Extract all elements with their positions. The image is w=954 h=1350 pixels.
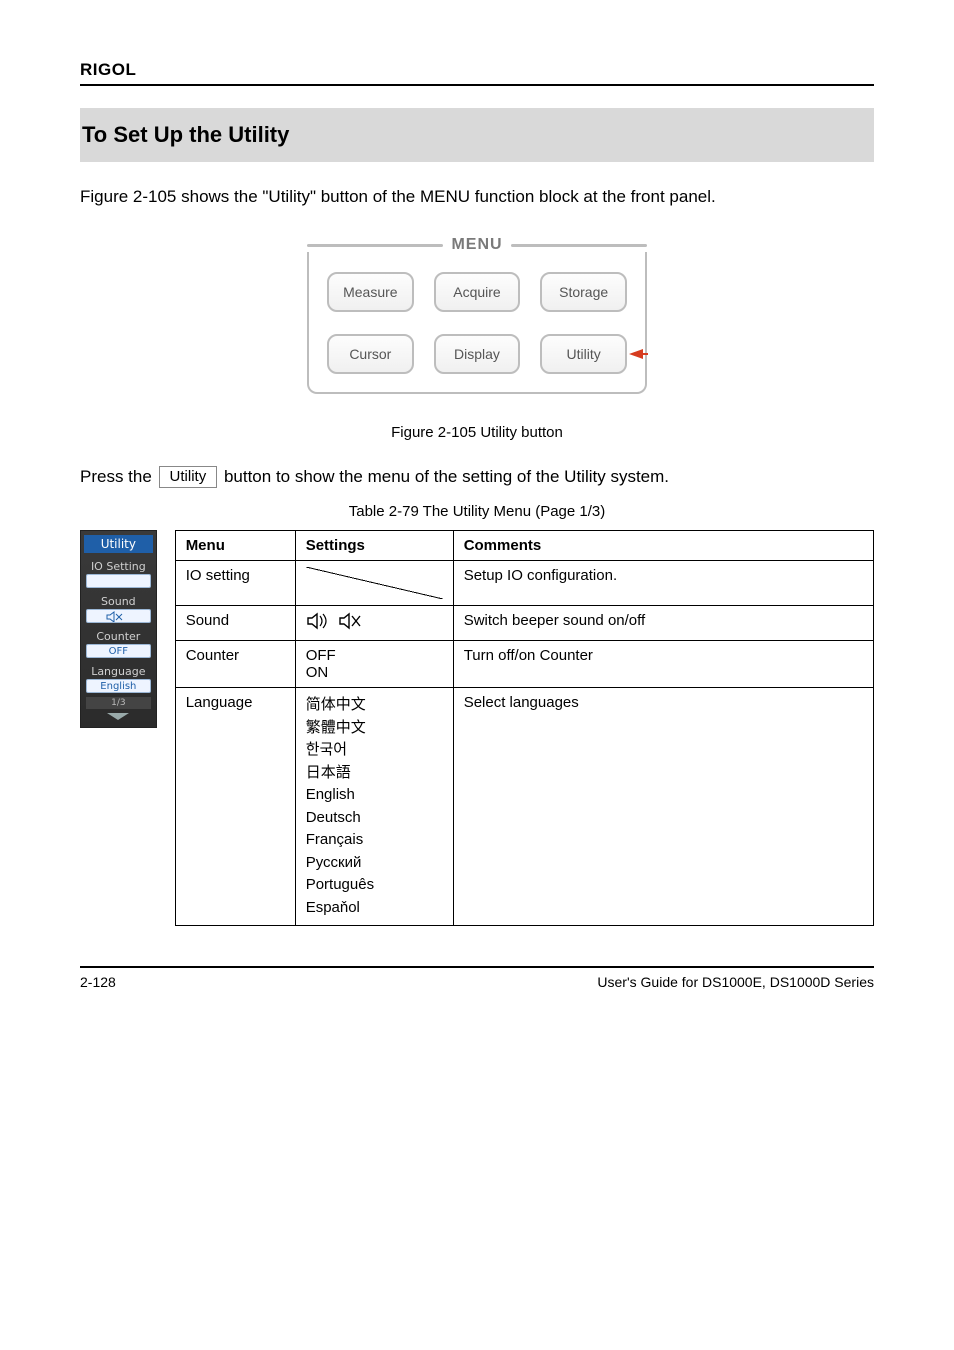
page-number: 2-128 [80, 974, 116, 990]
menu-btn-measure[interactable]: Measure [327, 272, 414, 312]
osd-head: Utility [84, 535, 153, 553]
counter-opt-on: ON [306, 664, 443, 681]
menu-btn-cursor[interactable]: Cursor [327, 334, 414, 374]
section-title: To Set Up the Utility [80, 108, 874, 162]
lang-opt: Espaňol [306, 897, 443, 920]
speaker-mute-icon [338, 612, 366, 630]
doc-title: User's Guide for DS1000E, DS1000D Series [597, 974, 874, 990]
table-row: Counter OFF ON Turn off/on Counter [175, 641, 873, 688]
cell-menu-language: Language [175, 688, 295, 926]
lang-opt: English [306, 784, 443, 807]
figure-caption: Figure 2-105 Utility button [80, 424, 874, 441]
osd-down-arrow-icon [84, 709, 153, 721]
osd-value-sound [86, 609, 151, 623]
cell-menu-counter: Counter [175, 641, 295, 688]
cell-comments-counter: Turn off/on Counter [453, 641, 873, 688]
menu-btn-display[interactable]: Display [434, 334, 521, 374]
cell-menu-sound: Sound [175, 606, 295, 641]
lang-opt: Français [306, 829, 443, 852]
cell-settings-language: 简体中文 繁體中文 한국어 日本語 English Deutsch França… [295, 688, 453, 926]
th-menu: Menu [175, 531, 295, 561]
speaker-mute-icon [106, 611, 130, 623]
table-row: IO setting Setup IO configuration. [175, 561, 873, 606]
header-rule [80, 84, 874, 86]
menu-figure: MENU Measure Acquire Storage Cursor Disp… [307, 236, 647, 394]
press-suffix: button to show the menu of the setting o… [224, 467, 669, 486]
osd-value-io [86, 574, 151, 588]
speaker-on-icon [306, 612, 334, 630]
menu-btn-storage[interactable]: Storage [540, 272, 627, 312]
press-utility-line: Press the Utility button to show the men… [80, 467, 874, 489]
intro-paragraph: Figure 2-105 shows the "Utility" button … [80, 184, 874, 210]
th-settings: Settings [295, 531, 453, 561]
brand: RIGOL [80, 60, 874, 80]
cell-comments-io: Setup IO configuration. [453, 561, 873, 606]
arrow-indicator-icon [629, 349, 643, 359]
menu-btn-utility-label: Utility [567, 346, 601, 362]
lang-opt: 繁體中文 [306, 717, 443, 740]
utility-menu-table: Menu Settings Comments IO setting Setup … [175, 530, 874, 926]
osd-value-counter: OFF [86, 644, 151, 658]
press-prefix: Press the [80, 467, 157, 486]
osd-label-counter: Counter [84, 627, 153, 644]
counter-opt-off: OFF [306, 647, 443, 664]
cell-menu-io: IO setting [175, 561, 295, 606]
table-row: Sound Switch beeper sound on/off [175, 606, 873, 641]
cell-settings-counter: OFF ON [295, 641, 453, 688]
menu-btn-utility[interactable]: Utility [540, 334, 627, 374]
osd-value-language: English [86, 679, 151, 693]
lang-opt: 日本語 [306, 762, 443, 785]
osd-label-language: Language [84, 662, 153, 679]
cell-settings-sound [295, 606, 453, 641]
table-row: Language 简体中文 繁體中文 한국어 日本語 English Deuts… [175, 688, 873, 926]
footer-rule [80, 966, 874, 968]
diagonal-slash-icon [306, 567, 443, 599]
lang-opt: 简体中文 [306, 694, 443, 717]
cell-settings-io [295, 561, 453, 606]
utility-button-label: Utility [159, 466, 218, 488]
menu-panel-title: MENU [451, 236, 502, 254]
cell-comments-sound: Switch beeper sound on/off [453, 606, 873, 641]
osd-side-menu: Utility IO Setting Sound Counter OFF Lan… [80, 530, 157, 728]
osd-page-indicator: 1/3 [86, 697, 151, 709]
table-caption: Table 2-79 The Utility Menu (Page 1/3) [80, 503, 874, 520]
cell-comments-language: Select languages [453, 688, 873, 926]
lang-opt: Русский [306, 852, 443, 875]
osd-label-io: IO Setting [84, 557, 153, 574]
osd-label-sound: Sound [84, 592, 153, 609]
th-comments: Comments [453, 531, 873, 561]
lang-opt: Português [306, 874, 443, 897]
lang-opt: 한국어 [306, 739, 443, 762]
lang-opt: Deutsch [306, 807, 443, 830]
menu-btn-acquire[interactable]: Acquire [434, 272, 521, 312]
page-footer: 2-128 User's Guide for DS1000E, DS1000D … [80, 966, 874, 990]
